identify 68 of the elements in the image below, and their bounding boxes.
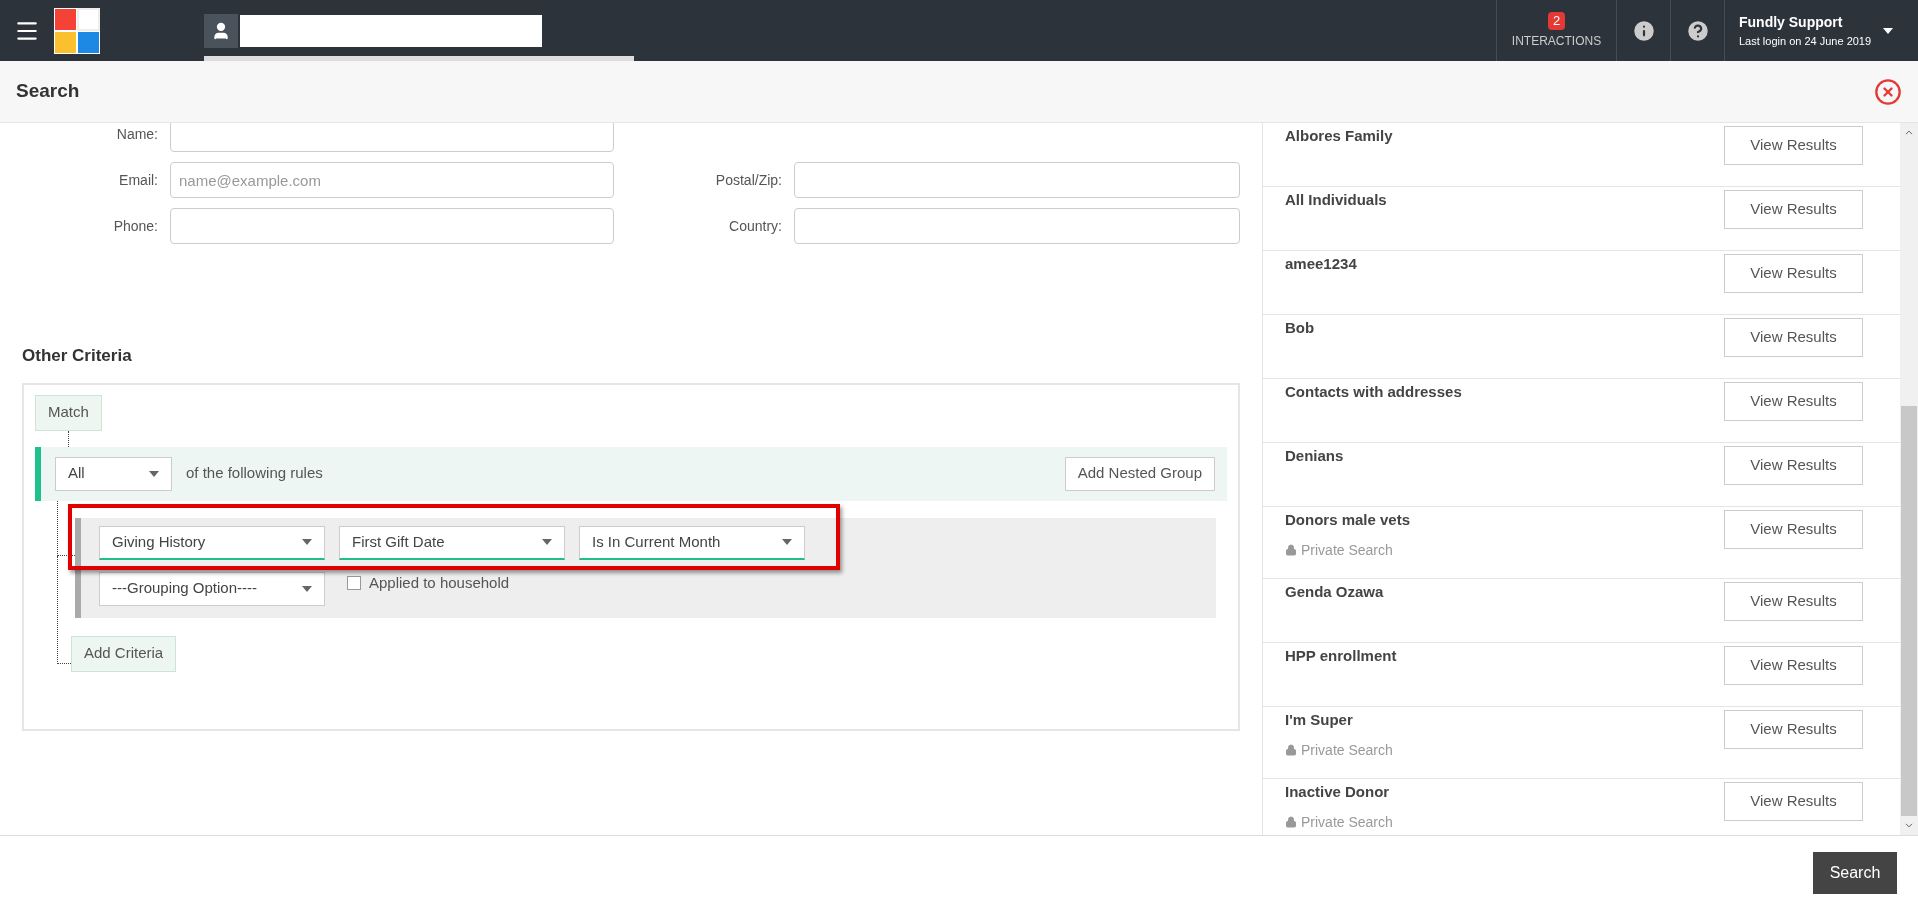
saved-search-name: amee1234 [1285,254,1357,274]
page-title: Search [16,79,80,104]
view-results-button[interactable]: View Results [1724,646,1863,685]
input-field[interactable] [794,208,1240,244]
add-nested-group-button[interactable]: Add Nested Group [1064,456,1215,491]
saved-search-name: All Individuals [1285,190,1387,210]
private-label: Private Search [1301,812,1393,832]
add-criteria-button[interactable]: Add Criteria [71,635,177,672]
field-label: Country: [728,216,782,236]
saved-search-name: Genda Ozawa [1285,582,1384,602]
dropdown[interactable]: Is In Current Month [579,525,805,560]
private-label: Private Search [1301,540,1393,560]
field-label: Email: [118,170,158,190]
saved-search-name: Donors male vets [1285,510,1411,530]
saved-search-name: Bob [1285,318,1315,338]
count-badge: 2 [1547,11,1566,30]
dropdown[interactable]: First Gift Date [339,525,565,560]
group-text: of the following rules [186,463,323,484]
grouping-dropdown[interactable]: ---Grouping Option---- [99,571,325,606]
view-results-button[interactable]: View Results [1724,510,1863,549]
last-login: Last login on 24 June 2019 [1739,33,1872,49]
input-field[interactable]: name@example.com [170,162,614,198]
field-label: Phone: [112,216,158,236]
field-label: Postal/Zip: [714,170,782,190]
user-name: Fundly Support [1739,12,1844,32]
saved-search-name: Inactive Donor [1285,782,1391,802]
lock-icon [1285,744,1297,756]
view-results-button[interactable]: View Results [1724,582,1863,621]
dropdown[interactable]: Giving History [99,525,325,560]
close-icon[interactable] [1874,77,1902,106]
interactions-label: INTERACTIONS [1511,32,1602,50]
saved-search-name: I'm Super [1285,710,1354,730]
view-results-button[interactable]: View Results [1724,254,1863,293]
view-results-button[interactable]: View Results [1724,190,1863,229]
user-icon [204,14,238,48]
view-results-button[interactable]: View Results [1724,710,1863,749]
view-results-button[interactable]: View Results [1724,126,1863,165]
saved-search-name: HPP enrollment [1285,646,1397,666]
scrollbar[interactable] [1900,123,1918,835]
caret-icon [542,539,552,545]
checkbox-label: Applied to household [369,572,510,593]
match-button[interactable]: Match [35,394,102,431]
input-field[interactable] [170,123,614,152]
lock-icon [1285,816,1297,828]
caret-icon [302,585,312,592]
input-field[interactable] [170,208,614,244]
view-results-button[interactable]: View Results [1724,782,1863,821]
view-results-button[interactable]: View Results [1724,382,1863,421]
input-field[interactable] [794,162,1240,198]
view-results-button[interactable]: View Results [1724,318,1863,357]
saved-search-name: Contacts with addresses [1285,382,1462,402]
checkbox[interactable] [347,575,361,590]
scroll-thumb[interactable] [1901,406,1917,816]
caret-icon [782,539,792,545]
caret-icon [149,470,159,477]
search-field[interactable] [240,15,542,47]
view-results-button[interactable]: View Results [1724,446,1863,485]
caret-icon [302,539,312,545]
saved-search-name: Denians [1285,446,1344,466]
private-label: Private Search [1301,740,1393,760]
saved-search-name: Albores Family [1285,126,1393,146]
logo-icon[interactable] [54,7,100,54]
caret-icon [1883,27,1894,34]
operator-dropdown[interactable]: All [55,456,172,491]
lock-icon [1285,544,1297,556]
section-heading: Other Criteria [22,345,133,367]
field-label: Name: [115,124,158,144]
search-button[interactable]: Search [1813,852,1897,894]
